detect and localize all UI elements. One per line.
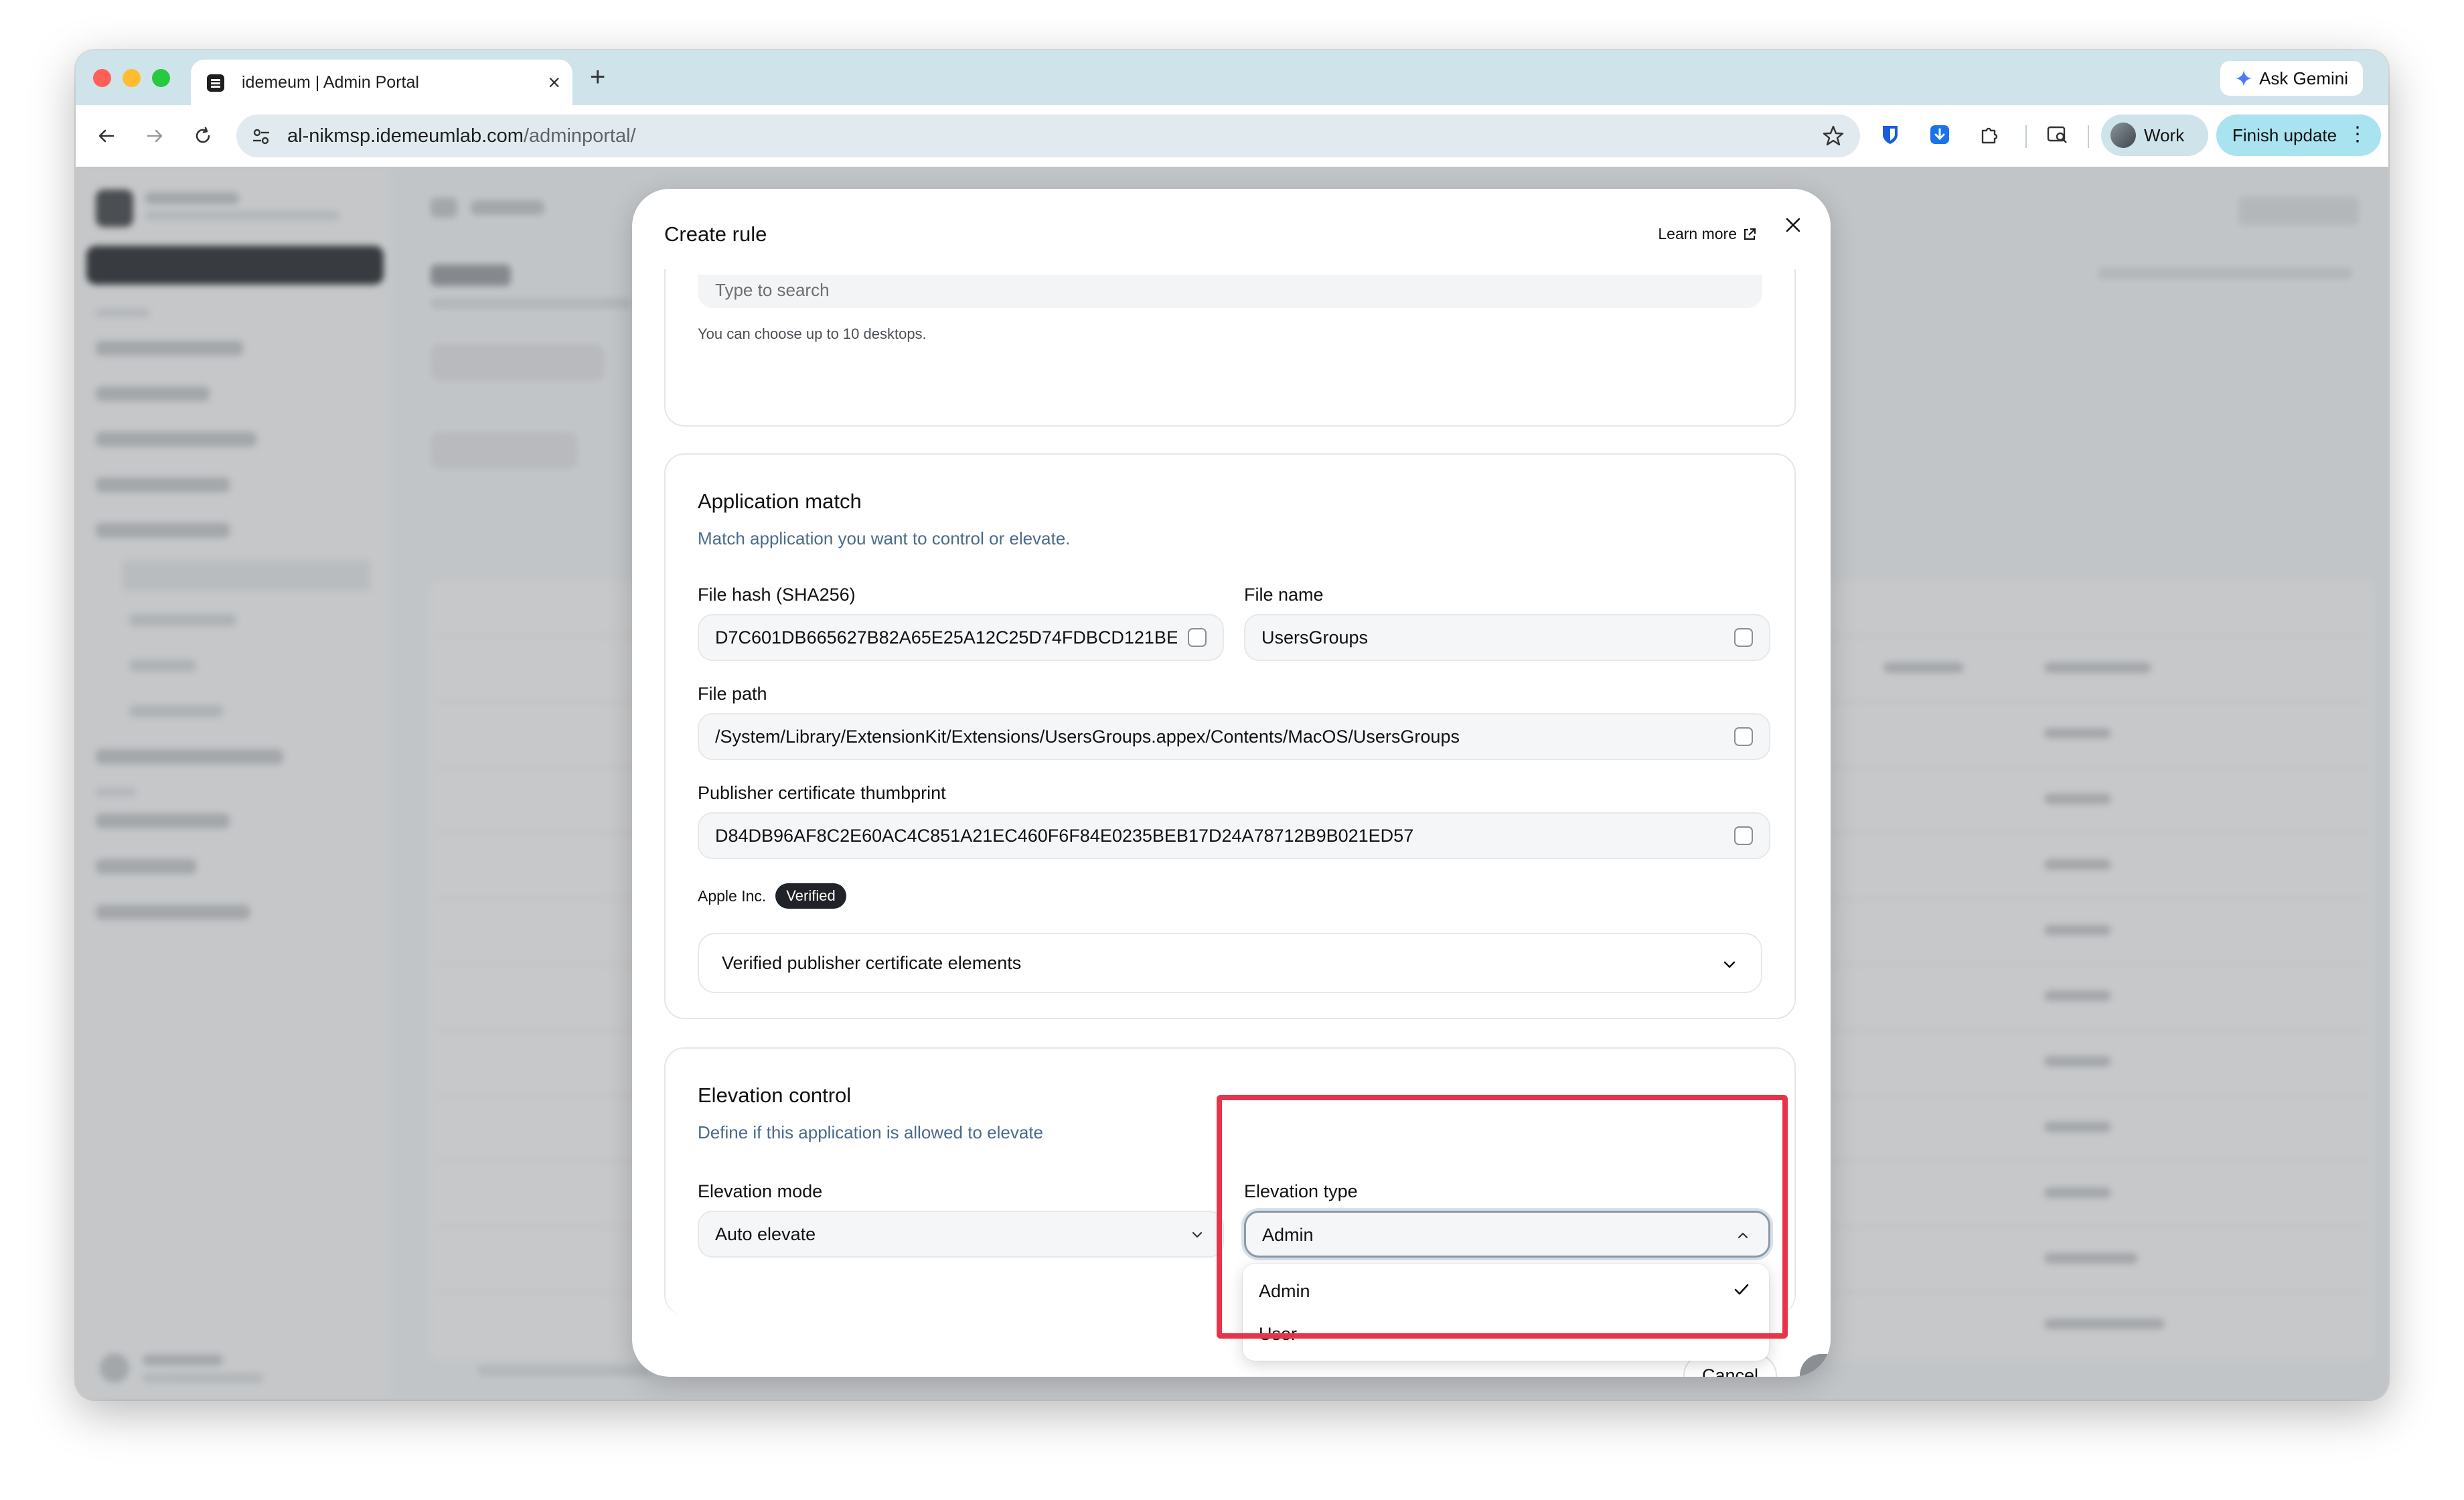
application-match-card: Application match Match application you … (664, 453, 1796, 1019)
file-hash-value: D7C601DB665627B82A65E25A12C25D74FDBCD121… (715, 627, 1177, 648)
finish-update-label: Finish update (2232, 125, 2337, 145)
profile-label: Work (2144, 125, 2185, 145)
minimize-window-button[interactable] (123, 69, 141, 87)
application-match-heading: Application match (698, 490, 862, 513)
browser-tab[interactable]: idemeum | Admin Portal × (191, 60, 572, 105)
tab-title: idemeum | Admin Portal (242, 73, 419, 92)
finish-update-button[interactable]: Finish update ⋮ (2216, 115, 2381, 156)
arrow-right-icon (147, 129, 163, 143)
gemini-sparkle-icon (2236, 70, 2252, 86)
file-name-value: UsersGroups (1261, 627, 1369, 648)
forward-button[interactable] (139, 120, 171, 152)
toolbar-separator (2025, 125, 2027, 148)
chevron-up-icon (1738, 1232, 1748, 1239)
tab-search-icon[interactable] (2044, 121, 2071, 148)
external-link-icon (1744, 228, 1756, 240)
file-path-field[interactable]: /System/Library/ExtensionKit/Extensions/… (698, 713, 1770, 760)
option-admin[interactable]: Admin (1259, 1281, 1310, 1302)
close-icon (1786, 218, 1800, 232)
publisher-name: Apple Inc. (698, 887, 767, 905)
avatar (2110, 123, 2136, 148)
elevation-type-select[interactable]: Admin (1244, 1211, 1770, 1258)
file-path-checkbox[interactable] (1734, 727, 1753, 746)
back-button[interactable] (90, 120, 123, 152)
url-path: /adminportal/ (523, 125, 636, 147)
file-hash-field[interactable]: D7C601DB665627B82A65E25A12C25D74FDBCD121… (698, 614, 1224, 661)
file-hash-checkbox[interactable] (1188, 628, 1207, 647)
url-text: al-nikmsp.idemeumlab.com/adminportal/ (287, 125, 636, 147)
close-dialog-button[interactable] (1780, 212, 1806, 238)
desktops-card: Type to search You can choose up to 10 d… (664, 269, 1796, 427)
file-name-field[interactable]: UsersGroups (1244, 614, 1770, 661)
reload-icon (196, 127, 210, 143)
close-window-button[interactable] (93, 69, 111, 87)
site-settings-icon (253, 129, 269, 145)
certificate-elements-accordion[interactable]: Verified publisher certificate elements (698, 933, 1762, 993)
save-button[interactable]: Save (1800, 1354, 1831, 1377)
tab-close-icon[interactable]: × (548, 69, 560, 96)
zoom-window-button[interactable] (152, 69, 170, 87)
thumbprint-label: Publisher certificate thumbprint (698, 783, 946, 803)
toolbar-separator (2088, 125, 2089, 148)
file-hash-label: File hash (SHA256) (698, 585, 856, 605)
site-favicon-icon (207, 74, 224, 92)
profile-button[interactable]: Work (2101, 115, 2208, 156)
elevation-control-heading: Elevation control (698, 1083, 852, 1107)
tab-strip: idemeum | Admin Portal × + Ask Gemini (76, 50, 2388, 105)
checkmark-icon (1734, 1284, 1749, 1295)
chevron-down-icon (1723, 961, 1736, 968)
publisher-line: Apple Inc. Verified (698, 883, 846, 909)
bookmark-star-icon[interactable] (1821, 124, 1845, 148)
address-bar[interactable]: al-nikmsp.idemeumlab.com/adminportal/ (236, 115, 1860, 157)
file-name-checkbox[interactable] (1734, 628, 1753, 647)
browser-toolbar: al-nikmsp.idemeumlab.com/adminportal/ Wo… (76, 105, 2388, 167)
arrow-left-icon (98, 129, 114, 143)
learn-more-label: Learn more (1658, 225, 1737, 242)
ask-gemini-button[interactable]: Ask Gemini (2220, 61, 2363, 96)
file-path-label: File path (698, 684, 767, 704)
application-match-description: Match application you want to control or… (698, 528, 1071, 548)
thumbprint-value: D84DB96AF8C2E60AC4C851A21EC460F6F84E0235… (715, 826, 1414, 846)
verified-badge: Verified (775, 883, 846, 909)
bitwarden-extension-icon[interactable] (1877, 121, 1904, 148)
file-path-value: /System/Library/ExtensionKit/Extensions/… (715, 727, 1460, 747)
thumbprint-field[interactable]: D84DB96AF8C2E60AC4C851A21EC460F6F84E0235… (698, 812, 1770, 859)
desktops-hint: You can choose up to 10 desktops. (698, 325, 927, 342)
create-rule-dialog: Create rule Learn more Type to search Yo… (632, 189, 1831, 1377)
browser-window: idemeum | Admin Portal × + Ask Gemini al… (76, 50, 2388, 1400)
elevation-type-value: Admin (1262, 1225, 1314, 1245)
extensions-puzzle-icon[interactable] (1976, 121, 2003, 148)
more-vertical-icon: ⋮ (2347, 123, 2368, 145)
dialog-title: Create rule (664, 222, 767, 246)
thumbprint-checkbox[interactable] (1734, 826, 1753, 845)
elevation-type-dropdown: Admin User (1243, 1264, 1769, 1361)
chevron-down-icon (1192, 1231, 1203, 1238)
url-host: al-nikmsp.idemeumlab.com (287, 125, 524, 147)
certificate-elements-label: Verified publisher certificate elements (722, 953, 1022, 973)
elevation-type-label: Elevation type (1244, 1181, 1358, 1201)
elevation-mode-label: Elevation mode (698, 1181, 823, 1201)
learn-more-link[interactable]: Learn more (1658, 225, 1757, 243)
desktop-search-input[interactable]: Type to search (698, 275, 1762, 308)
elevation-mode-select[interactable]: Auto elevate (698, 1211, 1224, 1258)
file-name-label: File name (1244, 585, 1324, 605)
new-tab-button[interactable]: + (590, 62, 605, 92)
elevation-mode-value: Auto elevate (715, 1224, 816, 1244)
download-extension-icon[interactable] (1926, 121, 1953, 148)
option-user[interactable]: User (1259, 1324, 1297, 1345)
ask-gemini-label: Ask Gemini (2259, 68, 2348, 88)
reload-button[interactable] (187, 120, 219, 152)
elevation-control-description: Define if this application is allowed to… (698, 1122, 1043, 1142)
